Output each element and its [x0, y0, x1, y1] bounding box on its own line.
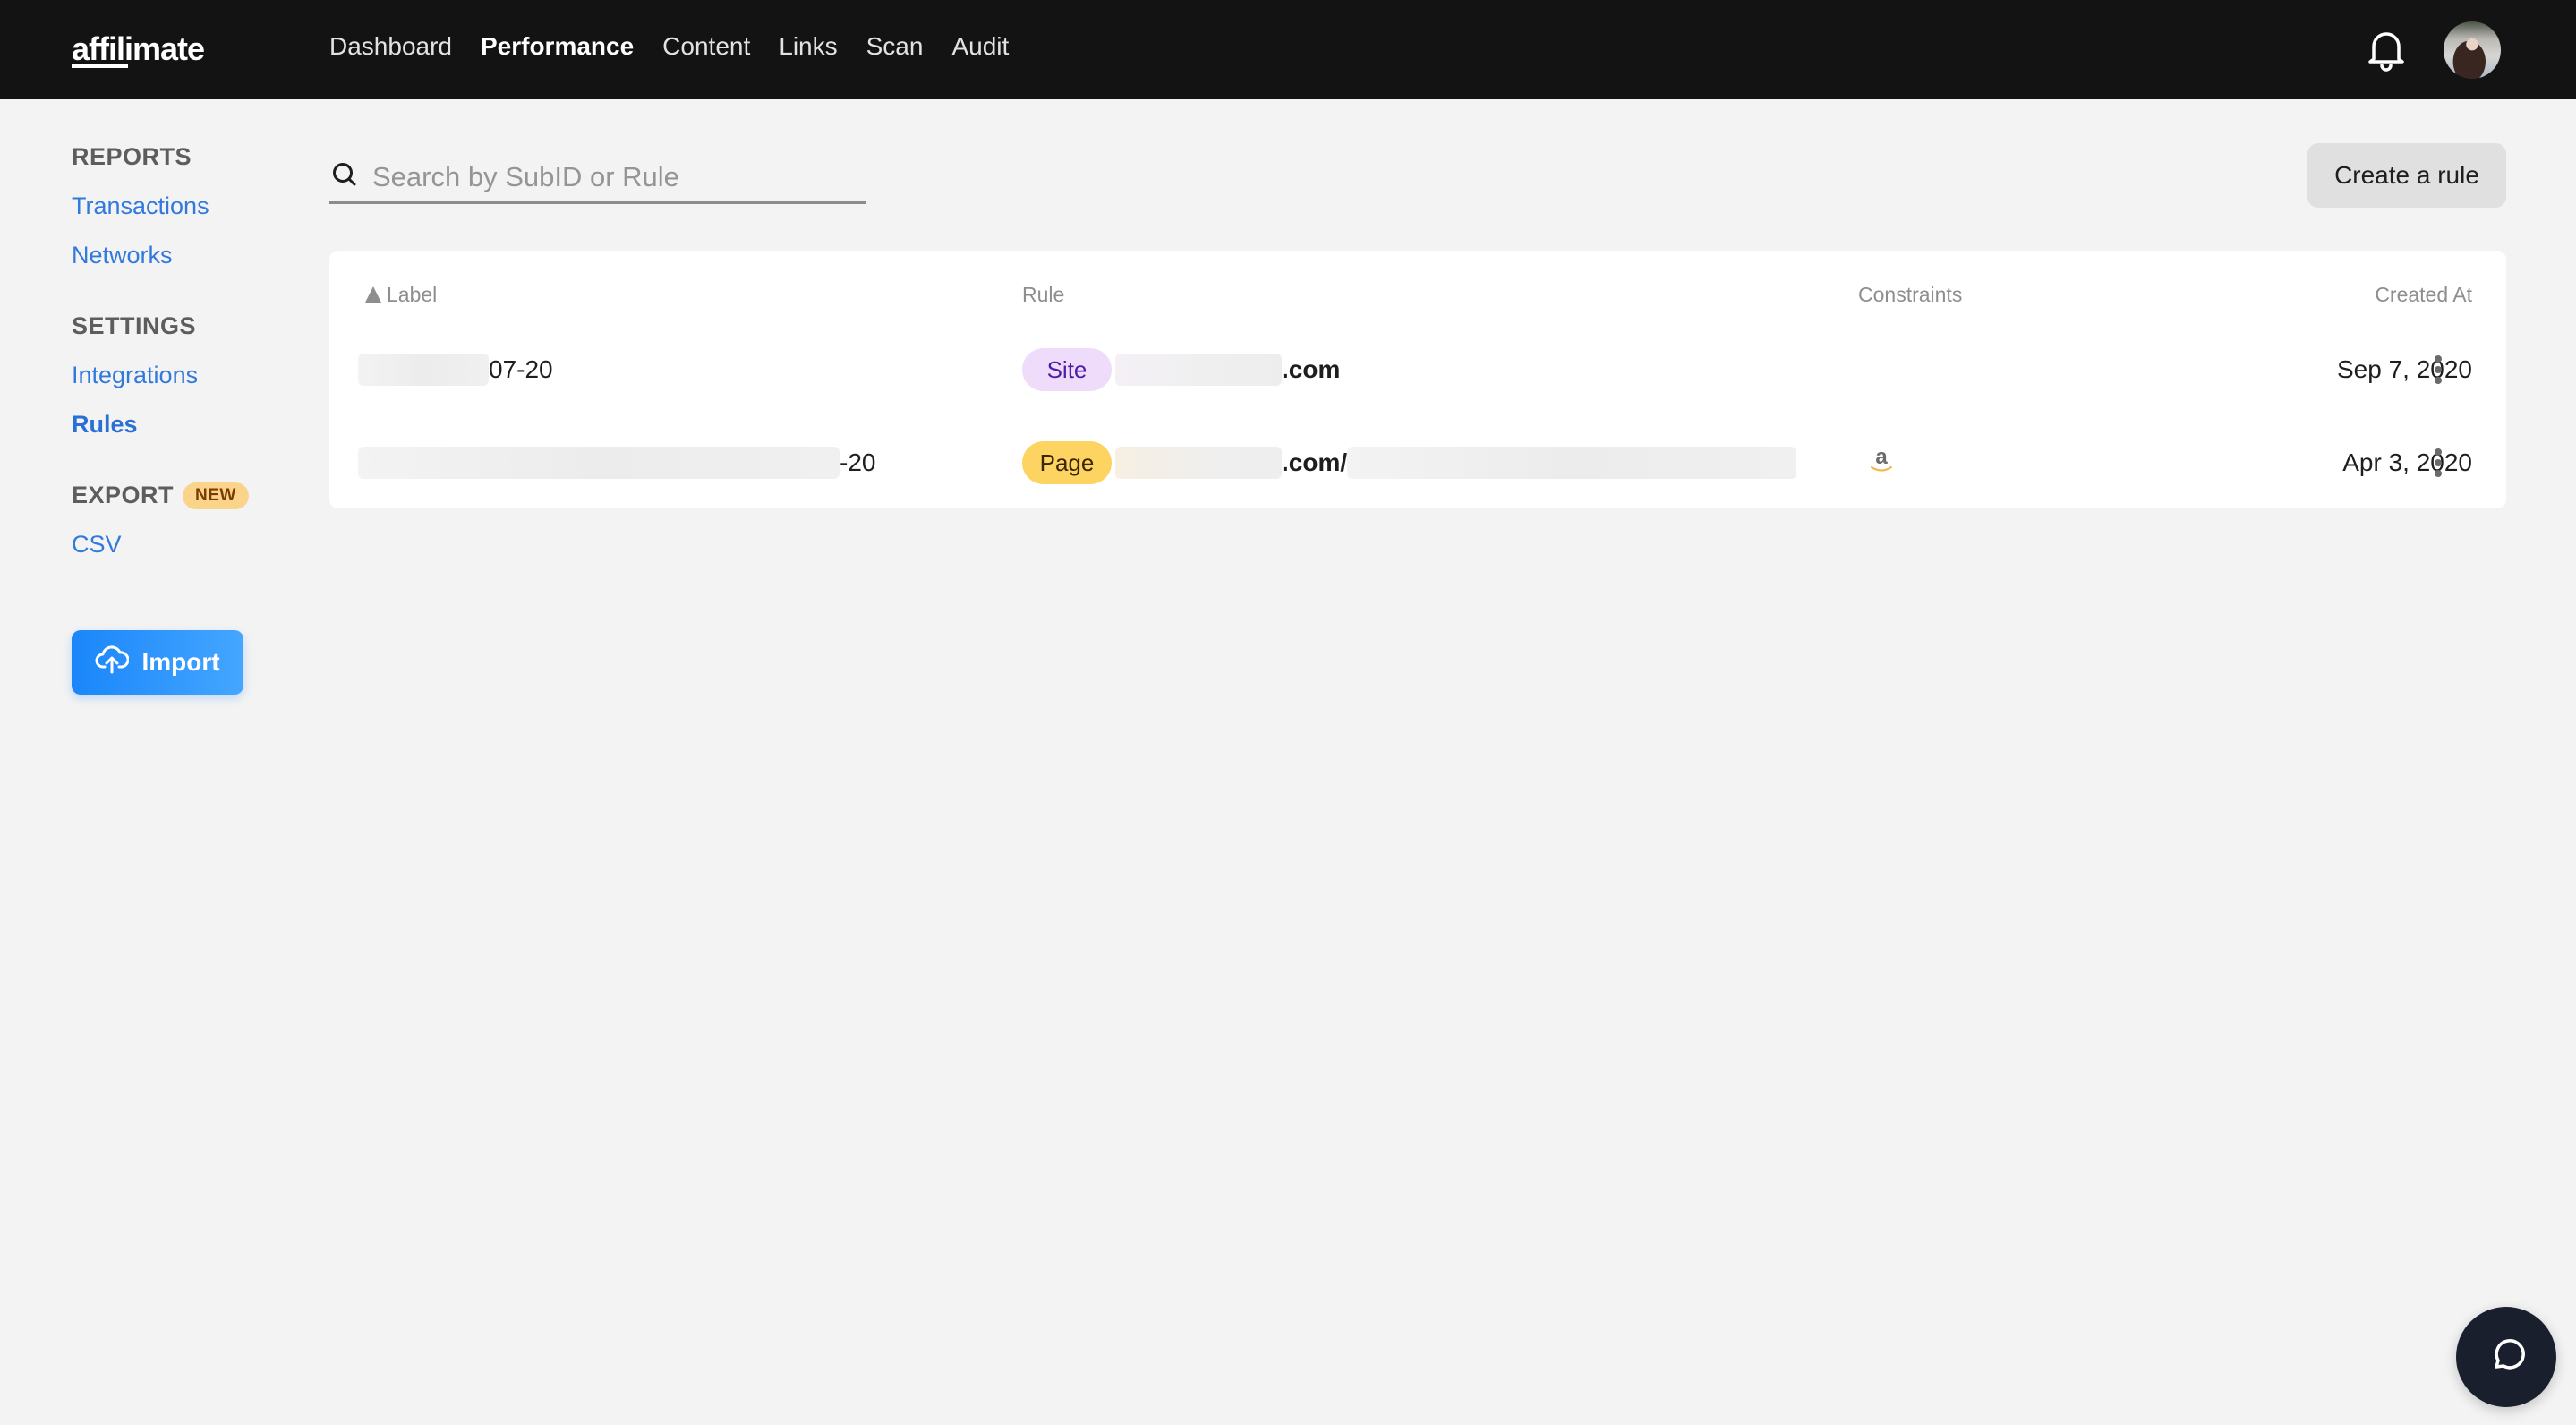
rule-type-badge: Page [1022, 441, 1112, 484]
create-rule-button[interactable]: Create a rule [2307, 143, 2506, 208]
amazon-icon: a [1865, 444, 1898, 482]
nav-content[interactable]: Content [662, 32, 750, 61]
sidebar-item-networks[interactable]: Networks [72, 242, 286, 269]
chat-bubble-icon [2486, 1335, 2527, 1380]
nav-dashboard[interactable]: Dashboard [329, 32, 452, 61]
rule-domain: .com/ [1282, 448, 1348, 476]
rule-type-badge: Site [1022, 348, 1112, 391]
row-menu-icon[interactable] [2425, 445, 2452, 481]
rules-table: Label Rule Constraints Created At 07-20 … [329, 251, 2506, 508]
cloud-upload-icon [95, 644, 130, 680]
sidebar-item-rules[interactable]: Rules [72, 411, 286, 439]
sort-ascending-icon [365, 286, 381, 303]
svg-text:a: a [1875, 445, 1888, 469]
column-header-created-at: Created At [2375, 283, 2472, 306]
nav-links[interactable]: Links [779, 32, 837, 61]
column-header-rule: Rule [1022, 283, 1065, 306]
export-title: EXPORT [72, 482, 175, 508]
import-button[interactable]: Import [72, 630, 243, 695]
column-header-label[interactable]: Label [365, 283, 437, 307]
export-section-title: EXPORT NEW [72, 482, 286, 509]
column-header-constraints: Constraints [1858, 283, 1963, 306]
import-label: Import [141, 648, 220, 676]
label-cell: 07-20 [358, 329, 553, 410]
nav-audit[interactable]: Audit [951, 32, 1009, 61]
nav-performance[interactable]: Performance [481, 32, 634, 61]
redacted-text [358, 354, 489, 386]
rule-cell: Site .com [1022, 329, 1340, 410]
label-text: -20 [840, 448, 876, 476]
user-avatar[interactable] [2444, 21, 2501, 79]
nav-scan[interactable]: Scan [866, 32, 924, 61]
sidebar-item-csv[interactable]: CSV [72, 531, 286, 559]
sidebar-item-integrations[interactable]: Integrations [72, 362, 286, 389]
redacted-path [1347, 447, 1797, 479]
settings-title: SETTINGS [72, 312, 197, 339]
app-logo[interactable]: affilimate [72, 30, 205, 68]
search-icon [329, 161, 358, 192]
label-text: 07-20 [489, 355, 553, 383]
reports-section-title: REPORTS [72, 143, 286, 171]
label-cell: -20 [358, 422, 875, 503]
constraints-cell: a [1865, 422, 1898, 503]
rule-cell: Page .com/ [1022, 422, 1797, 503]
chat-button[interactable] [2456, 1307, 2556, 1407]
bell-icon[interactable] [2365, 27, 2408, 72]
sidebar: REPORTS Transactions Networks SETTINGS I… [72, 143, 286, 559]
redacted-text [358, 447, 840, 479]
search-input[interactable] [372, 160, 856, 193]
new-badge: NEW [183, 482, 249, 509]
row-menu-icon[interactable] [2425, 352, 2452, 388]
settings-section-title: SETTINGS [72, 312, 286, 340]
logo-underline [72, 64, 128, 68]
rule-domain: .com [1282, 355, 1341, 383]
main-nav: Dashboard Performance Content Links Scan… [329, 32, 1009, 61]
sidebar-item-transactions[interactable]: Transactions [72, 192, 286, 220]
top-navbar: affilimate Dashboard Performance Content… [0, 0, 2576, 99]
table-row[interactable]: -20 Page .com/ a Apr 3, 2020 [329, 422, 2506, 503]
reports-title: REPORTS [72, 143, 192, 170]
label-header-text: Label [387, 283, 438, 306]
redacted-domain [1115, 447, 1282, 479]
table-row[interactable]: 07-20 Site .com Sep 7, 2020 [329, 329, 2506, 410]
redacted-domain [1115, 354, 1282, 386]
search-bar [329, 152, 866, 204]
